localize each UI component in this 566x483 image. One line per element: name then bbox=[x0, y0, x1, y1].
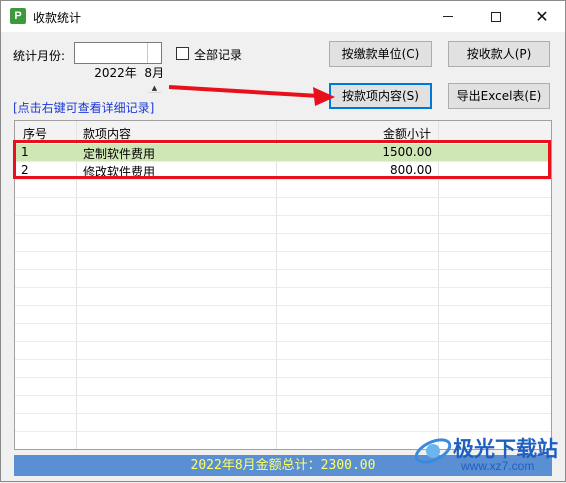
row-divider bbox=[15, 251, 551, 252]
export-excel-button[interactable]: 导出Excel表(E) bbox=[448, 83, 550, 109]
row-divider bbox=[15, 305, 551, 306]
row-divider bbox=[15, 215, 551, 216]
window-title: 收款统计 bbox=[33, 11, 82, 25]
title-bar: P 收款统计 ✕ bbox=[1, 1, 565, 32]
close-icon: ✕ bbox=[535, 6, 549, 26]
minimize-icon bbox=[443, 16, 453, 17]
watermark-url: www.xz7.com bbox=[461, 459, 535, 473]
all-records-label[interactable]: 全部记录 bbox=[194, 46, 242, 63]
by-unit-button[interactable]: 按缴款单位(C) bbox=[329, 41, 432, 67]
app-icon: P bbox=[10, 8, 26, 24]
row-divider bbox=[15, 233, 551, 234]
month-picker[interactable]: 2022年 8月 ▲ ▼ bbox=[74, 42, 164, 142]
highlight-box bbox=[13, 140, 551, 179]
row-divider bbox=[15, 395, 551, 396]
close-button[interactable]: ✕ bbox=[519, 1, 565, 32]
by-payer-button[interactable]: 按收款人(P) bbox=[448, 41, 550, 67]
window: P 收款统计 ✕ 统计月份: 2022年 8月 ▲ ▼ 全部记录 按缴款单位(C… bbox=[0, 0, 566, 482]
row-divider bbox=[15, 197, 551, 198]
by-content-button[interactable]: 按款项内容(S) bbox=[329, 83, 432, 109]
row-divider bbox=[15, 413, 551, 414]
row-divider bbox=[15, 179, 551, 180]
right-click-hint: [点击右键可查看详细记录] bbox=[13, 101, 155, 115]
row-divider bbox=[15, 287, 551, 288]
row-divider bbox=[15, 323, 551, 324]
maximize-icon bbox=[491, 11, 501, 22]
row-divider bbox=[15, 341, 551, 342]
month-label: 统计月份: bbox=[13, 49, 66, 63]
row-divider bbox=[15, 377, 551, 378]
minimize-button[interactable] bbox=[425, 1, 471, 32]
maximize-button[interactable] bbox=[473, 1, 519, 32]
spin-up-icon[interactable]: ▲ bbox=[148, 83, 161, 93]
row-divider bbox=[15, 359, 551, 360]
watermark-logo-icon bbox=[414, 438, 452, 464]
month-spinner[interactable]: ▲ ▼ bbox=[147, 43, 161, 142]
all-records-checkbox[interactable] bbox=[176, 47, 189, 60]
row-divider bbox=[15, 431, 551, 432]
row-divider bbox=[15, 269, 551, 270]
